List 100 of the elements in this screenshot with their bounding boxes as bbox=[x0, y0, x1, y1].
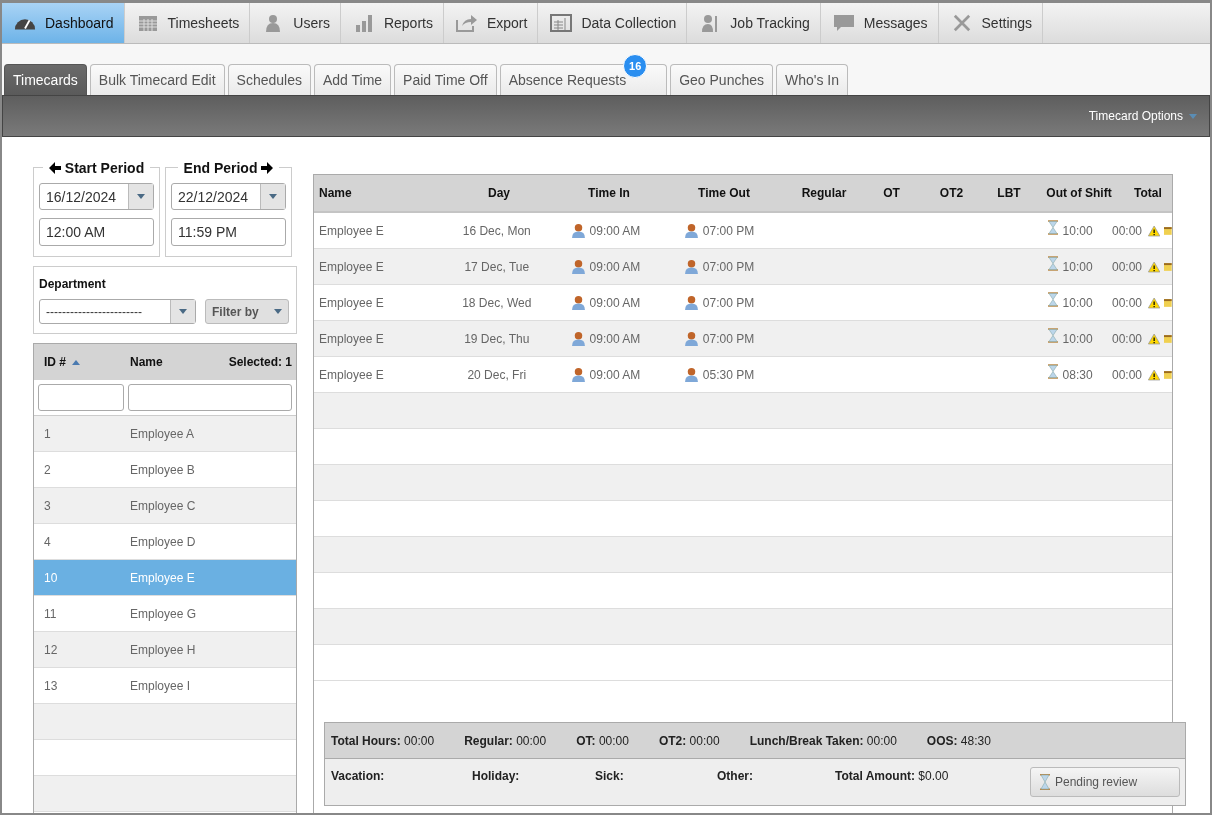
summary-total: Total Hours: 00:00 bbox=[331, 733, 435, 748]
time-out-cell: 07:00 PM bbox=[702, 223, 755, 238]
day-cell-text: 19 Dec, Thu bbox=[463, 331, 531, 346]
name-cell-text: Employee E bbox=[318, 259, 385, 274]
time-out-cell: 07:00 PM bbox=[702, 331, 755, 346]
nav-tab[interactable]: Timesheets bbox=[124, 3, 251, 43]
time-field[interactable]: 12:00 AM bbox=[39, 218, 154, 246]
person-icon bbox=[683, 295, 699, 310]
person-icon bbox=[570, 331, 586, 346]
tab[interactable]: Add Time bbox=[313, 64, 392, 95]
tab[interactable]: Paid Time Off bbox=[394, 64, 497, 95]
summary-total: Lunch/Break Taken: 00:00 bbox=[749, 733, 897, 748]
note-icon[interactable] bbox=[1164, 333, 1172, 344]
leave-total: Total Amount: $0.00 bbox=[835, 769, 950, 783]
name-cell-text: Employee H bbox=[130, 642, 197, 657]
tab[interactable]: Schedules bbox=[227, 64, 311, 95]
person-icon bbox=[570, 367, 586, 382]
department-label: Department bbox=[39, 277, 107, 291]
id-cell-text: 3 bbox=[44, 498, 52, 513]
leave-total: Other: bbox=[717, 769, 754, 783]
person-icon bbox=[683, 331, 699, 346]
time-in-cell: 09:00 AM bbox=[589, 331, 641, 346]
nav-tab[interactable]: Messages bbox=[820, 3, 939, 43]
summary-total: OOS: 48:30 bbox=[926, 733, 991, 748]
selected-count: Selected: 1 bbox=[228, 355, 292, 369]
right-arrow-icon bbox=[261, 162, 274, 174]
department-select[interactable]: ------------------------ bbox=[39, 299, 196, 324]
caret-icon bbox=[274, 309, 282, 314]
out-of-shift-cell: 10:00 bbox=[1062, 295, 1093, 310]
period-label: Start Period bbox=[64, 160, 145, 176]
person-icon bbox=[570, 223, 586, 238]
name-cell-text: Employee E bbox=[318, 223, 385, 238]
time-in-cell: 09:00 AM bbox=[589, 259, 641, 274]
date-picker[interactable]: 22/12/2024 bbox=[171, 183, 286, 210]
summary-total: OT2: 00:00 bbox=[658, 733, 720, 748]
leave-total: Vacation: bbox=[331, 769, 386, 783]
tab[interactable]: Timecards bbox=[4, 64, 87, 95]
leave-total: Holiday: bbox=[472, 769, 521, 783]
tab[interactable]: Geo Punches bbox=[670, 64, 773, 95]
column-header: Total bbox=[1133, 186, 1163, 200]
column-header: Out of Shift bbox=[1045, 186, 1113, 200]
period-label: End Period bbox=[183, 160, 258, 176]
id-filter-field[interactable] bbox=[38, 384, 124, 411]
nav-tab[interactable]: Job Tracking bbox=[687, 3, 821, 43]
nav-tab[interactable]: Export bbox=[443, 3, 539, 43]
caret-icon bbox=[179, 309, 187, 314]
pending-review-button[interactable]: Pending review bbox=[1030, 767, 1180, 797]
id-cell-text: 1 bbox=[44, 426, 52, 441]
warning-icon[interactable] bbox=[1148, 295, 1161, 310]
time-in-cell: 09:00 AM bbox=[589, 367, 641, 382]
column-header[interactable]: Name bbox=[130, 355, 229, 369]
name-cell-text: Employee E bbox=[318, 331, 385, 346]
options-menu[interactable]: Timecard Options bbox=[1076, 101, 1209, 131]
time-field[interactable]: 11:59 PM bbox=[171, 218, 286, 246]
note-icon[interactable] bbox=[1164, 261, 1172, 272]
day-cell-text: 16 Dec, Mon bbox=[461, 223, 532, 238]
id-cell-text: 13 bbox=[44, 678, 59, 693]
terminal-icon bbox=[550, 14, 573, 32]
nav-tab[interactable]: Users bbox=[250, 3, 341, 43]
employee-row[interactable]: 3 Employee C bbox=[34, 488, 296, 524]
day-cell-text: 17 Dec, Tue bbox=[463, 259, 531, 274]
left-arrow-icon bbox=[48, 162, 61, 174]
count-badge: 16 bbox=[623, 54, 648, 78]
warning-icon[interactable] bbox=[1148, 223, 1161, 238]
date-picker[interactable]: 16/12/2024 bbox=[39, 183, 154, 210]
warning-icon[interactable] bbox=[1148, 331, 1161, 346]
note-icon[interactable] bbox=[1164, 369, 1172, 380]
tab[interactable]: Bulk Timecard Edit bbox=[89, 64, 225, 95]
hourglass-icon bbox=[1046, 292, 1059, 307]
tab[interactable]: Who's In bbox=[776, 64, 849, 95]
total-cell: 00:00 bbox=[1112, 295, 1143, 310]
summary-total: Regular: 00:00 bbox=[464, 733, 547, 748]
hourglass-icon bbox=[1046, 328, 1059, 343]
caret-icon bbox=[269, 194, 277, 199]
id-cell-text: 2 bbox=[44, 462, 52, 477]
name-cell-text: Employee D bbox=[130, 534, 197, 549]
id-cell-text: 4 bbox=[44, 534, 52, 549]
note-icon[interactable] bbox=[1164, 297, 1172, 308]
day-cell-text: 18 Dec, Wed bbox=[461, 295, 533, 310]
note-icon[interactable] bbox=[1164, 225, 1172, 236]
name-cell-text: Employee C bbox=[130, 498, 197, 513]
employee-row[interactable]: 12 Employee H bbox=[34, 632, 296, 668]
hourglass-icon bbox=[1046, 364, 1059, 379]
employee-row[interactable]: 1 Employee A bbox=[34, 416, 296, 452]
name-filter-field[interactable] bbox=[128, 384, 292, 411]
person-icon bbox=[683, 223, 699, 238]
warning-icon[interactable] bbox=[1148, 367, 1161, 382]
warning-icon[interactable] bbox=[1148, 259, 1161, 274]
name-cell-text: Employee E bbox=[130, 570, 196, 585]
column-header: Regular bbox=[800, 186, 848, 200]
nav-tab[interactable]: Dashboard bbox=[2, 3, 125, 43]
time-out-cell: 07:00 PM bbox=[702, 295, 755, 310]
nav-tab[interactable]: Data Collection bbox=[538, 3, 688, 43]
leave-total: Sick: bbox=[595, 769, 625, 783]
filter-dropdown[interactable]: Filter by bbox=[205, 299, 289, 324]
person-icon bbox=[570, 259, 586, 274]
column-header[interactable]: ID # bbox=[44, 355, 66, 369]
nav-tab[interactable]: Settings bbox=[938, 3, 1044, 43]
column-header: Time In bbox=[587, 186, 631, 200]
nav-tab[interactable]: Reports bbox=[340, 3, 444, 43]
